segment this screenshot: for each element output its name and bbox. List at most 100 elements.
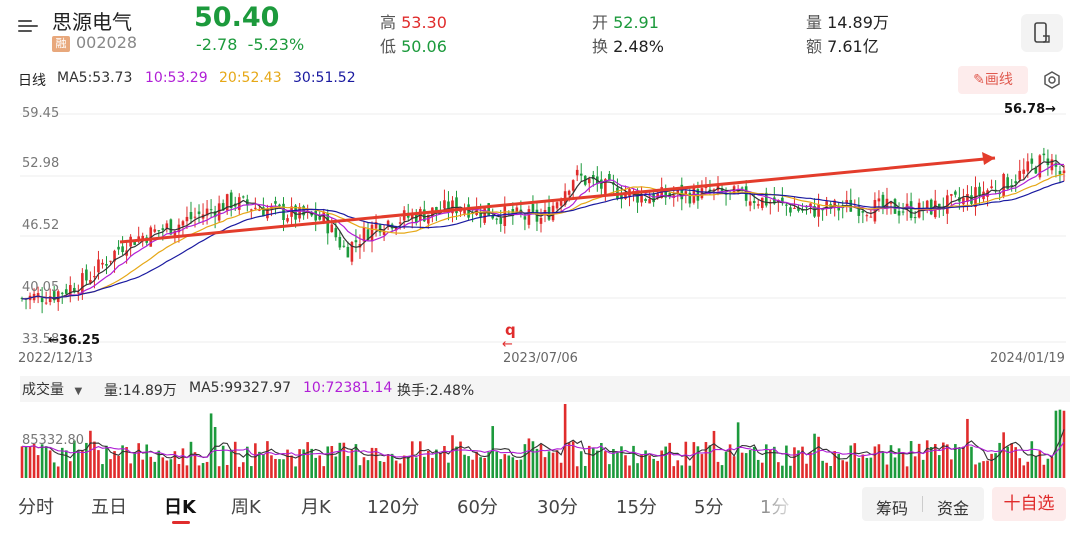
volume-bar — [423, 456, 426, 478]
volume-bar — [346, 456, 350, 478]
phone-rotate-button[interactable] — [1021, 14, 1063, 52]
volume-bar — [121, 445, 124, 478]
volume-bar — [511, 457, 515, 478]
candle-body — [330, 224, 334, 233]
volume-bar — [334, 456, 338, 478]
volume-bar — [161, 457, 165, 478]
candle-body — [523, 216, 527, 220]
tab-intraday[interactable]: 分时 — [18, 493, 54, 519]
tab-five-day[interactable]: 五日 — [91, 493, 127, 519]
volume-bar — [217, 466, 221, 478]
volume-bar — [1046, 458, 1050, 478]
candle-body — [44, 302, 48, 304]
volume-bar — [354, 444, 358, 478]
volume-bar — [596, 450, 599, 478]
ma10-value: 10:53.29 — [145, 70, 208, 86]
volume-bar — [105, 445, 108, 478]
volume-bar — [201, 463, 205, 478]
draw-line-button[interactable]: ✎画线 — [958, 66, 1028, 94]
candle-body — [93, 276, 96, 278]
volume-bar — [101, 464, 104, 478]
volume-bar — [418, 441, 422, 478]
tab-30min[interactable]: 30分 — [537, 493, 578, 519]
indicator-selector[interactable]: 成交量 ▼ — [22, 379, 82, 399]
volume-bar — [869, 457, 873, 478]
tab-daily-k[interactable]: 日K — [164, 493, 196, 519]
candle-body — [700, 188, 704, 199]
tab-5min[interactable]: 5分 — [694, 493, 723, 519]
volume-bar — [579, 451, 583, 478]
candle-body — [1062, 170, 1066, 174]
volume-bar — [785, 445, 788, 478]
volume-bar — [523, 444, 527, 478]
candle-body — [865, 215, 869, 217]
candle-body — [567, 190, 571, 195]
volume-bar — [1054, 410, 1058, 478]
candle-body — [286, 218, 289, 222]
volume-bar — [322, 466, 326, 478]
candle-body — [756, 204, 760, 206]
volume-bar — [680, 465, 684, 478]
volume-bar — [330, 446, 334, 478]
volume-bar — [885, 464, 889, 478]
candle-body — [189, 211, 193, 220]
tab-15min[interactable]: 15分 — [616, 493, 657, 519]
current-price: 50.40 — [194, 2, 280, 33]
volume-chart[interactable] — [0, 402, 1080, 480]
candle-body — [495, 218, 499, 220]
candle-body — [338, 237, 342, 248]
tab-weekly-k[interactable]: 周K — [231, 493, 261, 519]
candle-body — [346, 246, 350, 258]
volume-bar — [306, 442, 309, 478]
volume-bar — [913, 456, 917, 478]
volume-bar — [402, 455, 406, 478]
volume-bar — [471, 459, 474, 478]
volume-bar — [390, 453, 394, 478]
candle-body — [193, 216, 197, 218]
candle-body — [917, 202, 921, 218]
volume-bar — [225, 464, 229, 478]
volume-bar — [632, 445, 635, 478]
candle-body — [861, 211, 865, 213]
volume-bar — [708, 445, 712, 478]
volume-bar — [555, 450, 559, 478]
volume-bar — [366, 460, 370, 478]
volume-bar — [624, 455, 627, 478]
volume-value: 14.89万 — [827, 13, 889, 32]
volume-bar — [958, 447, 961, 478]
volume-bar — [684, 441, 688, 478]
candle-body — [254, 207, 257, 209]
volume-bar — [48, 450, 52, 478]
volume-bar — [724, 452, 728, 478]
menu-icon[interactable] — [18, 16, 38, 36]
candle-body — [901, 211, 905, 213]
volume-bar — [966, 418, 969, 478]
candle-body — [962, 197, 965, 205]
volume-bar — [290, 455, 293, 478]
tab-monthly-k[interactable]: 月K — [301, 493, 331, 519]
high-value: 53.30 — [401, 13, 447, 32]
kline-chart[interactable] — [0, 96, 1080, 372]
volume-bar — [752, 446, 756, 478]
volume-bar — [20, 446, 24, 478]
volume-bar — [817, 436, 820, 478]
volume-bar — [829, 466, 832, 478]
candle-body — [575, 169, 579, 176]
volume-bar — [241, 462, 245, 478]
volume-bar — [1022, 465, 1026, 478]
tab-60min[interactable]: 60分 — [457, 493, 498, 519]
volume-bar — [60, 447, 64, 478]
chip-button[interactable]: 筹码 — [876, 495, 908, 519]
open-label: 开 — [592, 13, 609, 32]
volume-bar — [773, 446, 776, 478]
period-label: 日线 — [18, 73, 46, 89]
fund-button[interactable]: 资金 — [937, 495, 969, 519]
volume-bar — [853, 443, 857, 478]
date-end: 2024/01/19 — [990, 351, 1065, 366]
volume-bar — [137, 443, 140, 478]
add-watchlist-button[interactable]: 十自选 — [992, 487, 1066, 521]
settings-button[interactable] — [1042, 70, 1062, 90]
volume-bar — [133, 452, 136, 478]
volume-bar — [185, 465, 189, 478]
tab-120min[interactable]: 120分 — [367, 493, 419, 519]
